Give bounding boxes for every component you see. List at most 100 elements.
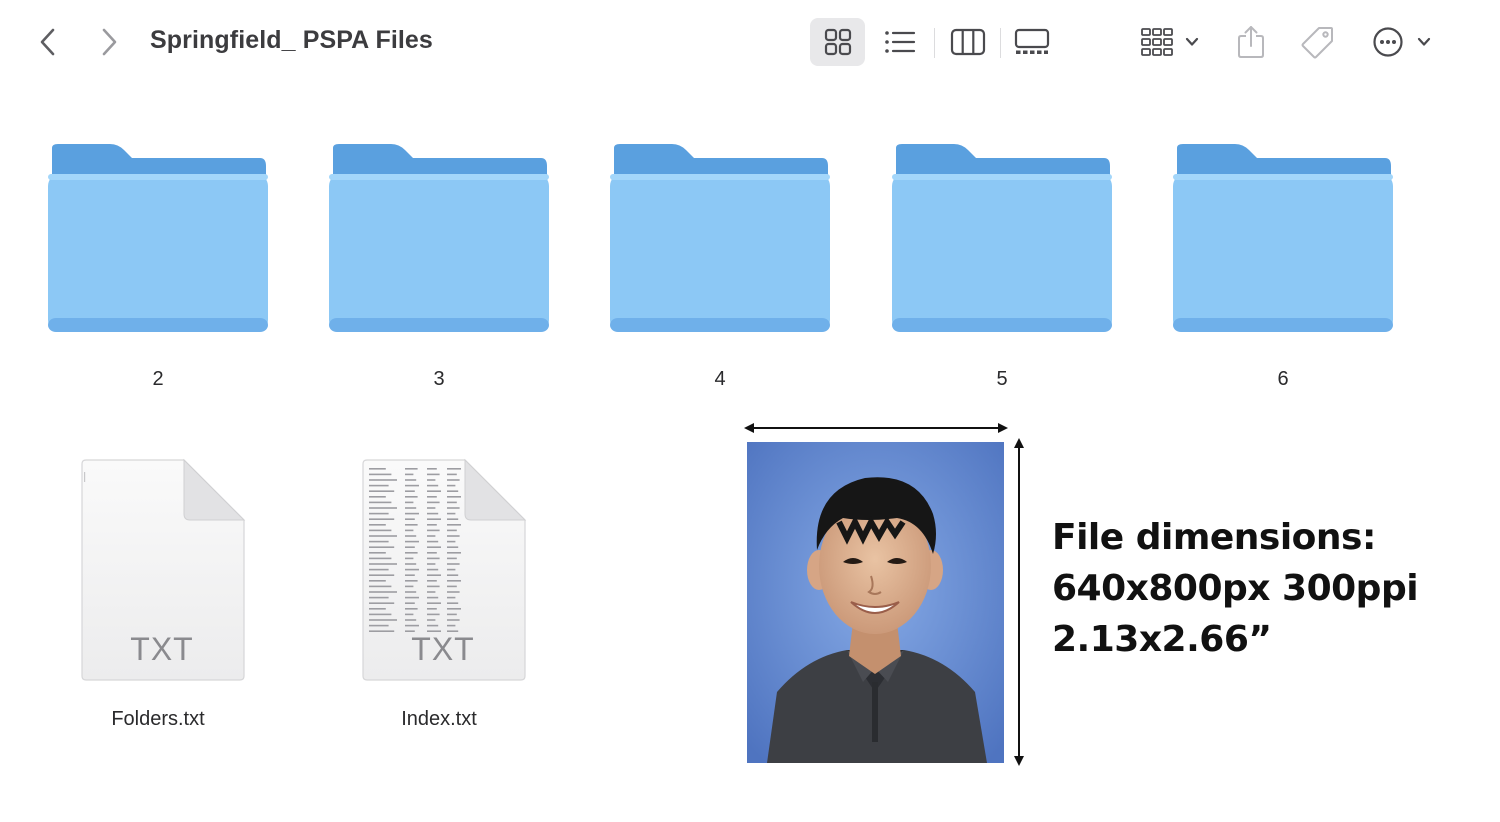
text-preview-line <box>447 512 456 515</box>
text-preview-line <box>405 602 415 604</box>
text-preview-line <box>427 479 436 481</box>
text-preview-line <box>427 473 440 476</box>
text-preview-line <box>369 479 397 481</box>
forward-button[interactable] <box>89 22 129 62</box>
text-preview-line <box>405 540 419 543</box>
text-preview-line <box>447 624 456 627</box>
text-preview-line <box>447 557 457 560</box>
text-preview-line <box>369 524 386 526</box>
text-preview-line <box>405 473 414 476</box>
column-view-button[interactable] <box>942 18 994 66</box>
list-icon <box>885 31 916 53</box>
text-preview-line <box>447 473 457 476</box>
text-preview-line <box>405 596 419 599</box>
text-preview-line <box>369 563 397 565</box>
text-preview-line <box>447 529 457 532</box>
text-preview-line <box>369 546 395 548</box>
text-preview-line <box>369 484 389 487</box>
folder-icon <box>610 144 830 332</box>
group-button[interactable] <box>1134 18 1206 66</box>
text-preview-line <box>405 574 415 576</box>
text-preview-line <box>405 608 418 610</box>
text-document-icon: TXT <box>81 458 246 681</box>
chevron-down-icon <box>1417 37 1431 46</box>
text-preview-line <box>427 468 437 470</box>
text-preview-line <box>427 524 437 526</box>
file-name: Index.txt <box>401 708 477 730</box>
text-preview-line <box>447 563 460 565</box>
text-preview-line <box>427 518 441 520</box>
text-preview-line <box>405 624 419 627</box>
list-view-button[interactable] <box>874 18 926 66</box>
text-preview-line <box>447 552 461 554</box>
text-preview-line <box>427 484 439 487</box>
text-preview-line <box>427 613 440 616</box>
text-document-icon: TXT <box>362 458 527 681</box>
text-preview-line <box>405 468 418 470</box>
tag-button[interactable] <box>1294 18 1342 66</box>
text-preview-line <box>405 479 417 481</box>
folder-icon <box>892 144 1112 332</box>
text-preview-line <box>427 591 436 593</box>
icon-view-button[interactable] <box>810 18 865 66</box>
text-preview-line <box>447 479 460 481</box>
text-preview-line <box>369 619 397 621</box>
toolbar-divider <box>934 28 935 58</box>
text-preview-line <box>427 568 439 571</box>
text-preview-line <box>369 552 386 554</box>
finder-window: Springfield_ PSPA Files 2 3 4 5 6 TXT Fo… <box>0 0 1500 822</box>
back-button[interactable] <box>28 22 68 62</box>
folder-name: 5 <box>996 368 1008 390</box>
text-preview-line <box>427 540 439 543</box>
text-preview-line <box>405 585 414 588</box>
text-preview-line <box>447 585 457 588</box>
share-button[interactable] <box>1228 18 1274 66</box>
file-dimensions-annotation: File dimensions: 640x800px 300ppi 2.13x2… <box>1052 512 1492 665</box>
annotation-line: 2.13x2.66” <box>1052 619 1272 660</box>
file-name: Folders.txt <box>111 708 205 730</box>
window-title: Springfield_ PSPA Files <box>150 26 433 54</box>
text-preview-line <box>369 608 386 610</box>
ellipsis-circle-icon <box>1373 27 1403 57</box>
text-preview-line <box>369 574 395 576</box>
text-preview-line <box>447 535 460 537</box>
share-icon <box>1238 26 1264 58</box>
text-preview-line <box>369 613 392 616</box>
text-preview-line <box>447 613 457 616</box>
text-preview-line <box>405 490 415 492</box>
text-preview-line <box>369 557 392 560</box>
folder-name: 6 <box>1277 368 1289 390</box>
text-preview-line <box>447 580 461 582</box>
file-type-badge: TXT <box>411 631 474 667</box>
columns-icon <box>950 28 986 56</box>
text-preview-line <box>405 512 419 515</box>
more-actions-button[interactable] <box>1364 18 1440 66</box>
text-preview-line <box>427 546 441 548</box>
text-preview-line <box>447 507 460 509</box>
text-preview-line <box>447 496 461 498</box>
text-preview-line <box>447 596 456 599</box>
text-preview-line <box>369 596 389 599</box>
text-preview-line <box>427 602 441 604</box>
text-preview-line <box>427 608 437 610</box>
text-preview-line <box>369 512 389 515</box>
text-preview-line <box>369 535 397 537</box>
chevron-left-icon <box>40 28 55 56</box>
text-preview-line <box>369 473 392 476</box>
text-preview-line <box>369 580 386 582</box>
text-preview-line <box>447 524 461 526</box>
text-preview-line <box>427 529 440 532</box>
text-preview-line <box>427 501 440 504</box>
text-preview-line <box>405 501 414 504</box>
text-preview-line <box>427 563 436 565</box>
text-preview-line <box>447 484 456 487</box>
text-preview-line <box>405 613 414 616</box>
text-preview-line <box>405 546 415 548</box>
text-preview-line <box>405 518 415 520</box>
text-preview-line <box>369 624 389 627</box>
text-preview-line <box>405 529 414 532</box>
gallery-view-button[interactable] <box>1004 18 1060 66</box>
text-preview-line <box>369 568 389 571</box>
text-preview-line <box>405 580 418 582</box>
folder-icon <box>48 144 268 332</box>
